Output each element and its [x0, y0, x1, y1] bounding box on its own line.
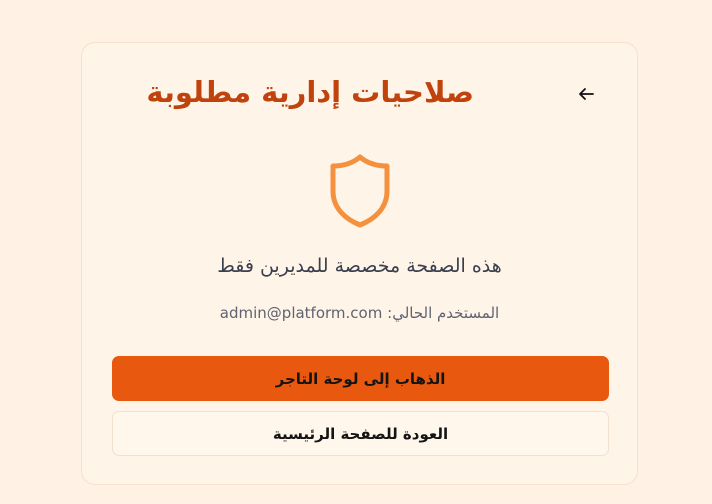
go-to-merchant-dashboard-label: الذهاب إلى لوحة التاجر: [275, 369, 446, 388]
shield-icon: [330, 154, 390, 228]
current-user-label: :المستخدم الحالي: [387, 304, 500, 322]
back-to-home-button[interactable]: العودة للصفحة الرئيسية: [112, 411, 609, 456]
go-to-merchant-dashboard-button[interactable]: الذهاب إلى لوحة التاجر: [112, 356, 609, 401]
arrow-left-icon: [579, 88, 594, 100]
current-user-line: admin@platform.com :المستخدم الحالي: [81, 304, 638, 322]
back-to-home-label: العودة للصفحة الرئيسية: [272, 424, 449, 443]
back-button[interactable]: [572, 80, 600, 108]
page-title: صلاحيات إدارية مطلوبة: [146, 75, 474, 109]
current-user-email: admin@platform.com: [219, 304, 383, 322]
admin-only-message: هذه الصفحة مخصصة للمديرين فقط: [217, 255, 502, 277]
